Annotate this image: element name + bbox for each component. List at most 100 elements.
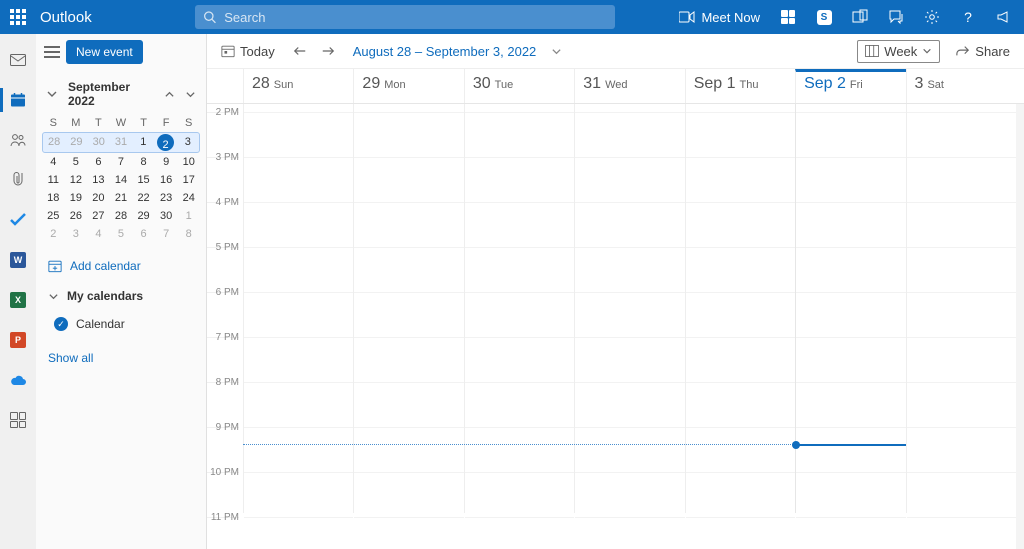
mini-day-cell[interactable]: 28	[43, 133, 65, 152]
day-column[interactable]	[574, 104, 684, 513]
mini-day-cell[interactable]: 28	[110, 207, 133, 225]
mini-day-cell[interactable]: 18	[42, 189, 65, 207]
day-header[interactable]: Sep 2Fri	[795, 69, 905, 103]
mini-day-cell[interactable]: 15	[132, 171, 155, 189]
mini-day-cell[interactable]: 30	[88, 133, 110, 152]
rail-more-apps[interactable]	[8, 410, 28, 430]
mini-day-cell[interactable]: 3	[65, 225, 88, 243]
meet-now-button[interactable]: Meet Now	[679, 10, 760, 25]
rail-todo[interactable]	[8, 210, 28, 230]
mini-day-cell[interactable]: 17	[177, 171, 200, 189]
mini-day-cell[interactable]: 29	[132, 207, 155, 225]
mini-day-cell[interactable]: 6	[132, 225, 155, 243]
day-column[interactable]	[685, 104, 795, 513]
mini-day-cell[interactable]: 22	[132, 189, 155, 207]
mini-day-cell[interactable]: 4	[87, 225, 110, 243]
rail-calendar[interactable]	[8, 90, 28, 110]
day-header[interactable]: 28Sun	[243, 69, 353, 103]
next-week-icon[interactable]	[321, 44, 335, 58]
mini-day-cell[interactable]: 10	[177, 153, 200, 171]
mini-day-cell[interactable]: 8	[132, 153, 155, 171]
mini-day-cell[interactable]: 19	[65, 189, 88, 207]
hour-label: 10 PM	[207, 467, 239, 478]
mini-day-cell[interactable]: 24	[177, 189, 200, 207]
mini-day-cell[interactable]: 23	[155, 189, 178, 207]
mini-day-cell[interactable]: 4	[42, 153, 65, 171]
today-button[interactable]: Today	[217, 41, 279, 62]
month-next-icon[interactable]	[185, 89, 196, 100]
day-headers: 28Sun29Mon30Tue31WedSep 1ThuSep 2Fri3Sat	[207, 69, 1024, 104]
grid-apps-icon[interactable]	[780, 9, 796, 25]
mini-day-cell[interactable]: 8	[177, 225, 200, 243]
share-button[interactable]: Share	[952, 41, 1014, 62]
day-header[interactable]: 31Wed	[574, 69, 684, 103]
day-header[interactable]: 30Tue	[464, 69, 574, 103]
gear-icon[interactable]	[924, 9, 940, 25]
search-input[interactable]	[224, 10, 607, 25]
rail-word[interactable]: W	[8, 250, 28, 270]
mini-day-cell[interactable]: 11	[42, 171, 65, 189]
mini-day-cell[interactable]: 7	[155, 225, 178, 243]
day-header[interactable]: Sep 1Thu	[685, 69, 795, 103]
mini-day-cell[interactable]: 9	[155, 153, 178, 171]
calendar-grid[interactable]: 1 PM2 PM3 PM4 PM5 PM6 PM7 PM8 PM9 PM10 P…	[207, 104, 1024, 549]
megaphone-icon[interactable]	[996, 9, 1012, 25]
mini-day-cell[interactable]: 13	[87, 171, 110, 189]
help-icon[interactable]: ?	[960, 9, 976, 25]
mini-day-cell[interactable]: 6	[87, 153, 110, 171]
skype-icon[interactable]: S	[816, 9, 832, 25]
day-column[interactable]	[243, 104, 353, 513]
mini-day-cell[interactable]: 30	[155, 207, 178, 225]
search-box[interactable]	[195, 5, 615, 29]
mini-day-cell[interactable]: 2	[42, 225, 65, 243]
show-all-link[interactable]: Show all	[36, 337, 206, 379]
mini-day-cell[interactable]: 20	[87, 189, 110, 207]
mini-dow: F	[155, 114, 178, 132]
date-range-button[interactable]: August 28 – September 3, 2022	[349, 41, 567, 62]
rail-excel[interactable]: X	[8, 290, 28, 310]
mini-day-cell[interactable]: 1	[132, 133, 154, 152]
mini-day-cell[interactable]: 31	[110, 133, 132, 152]
mini-day-cell[interactable]: 21	[110, 189, 133, 207]
scrollbar[interactable]	[1016, 104, 1024, 549]
view-selector[interactable]: Week	[857, 40, 940, 63]
chat-icon[interactable]	[888, 9, 904, 25]
my-calendars-section[interactable]: My calendars	[36, 281, 206, 311]
hamburger-icon[interactable]	[44, 46, 60, 58]
mini-day-cell[interactable]: 26	[65, 207, 88, 225]
day-column[interactable]	[906, 104, 1016, 513]
mini-day-cell[interactable]: 5	[65, 153, 88, 171]
mini-day-cell[interactable]: 29	[65, 133, 87, 152]
mini-day-cell[interactable]: 2	[154, 133, 176, 152]
day-column[interactable]	[464, 104, 574, 513]
day-column[interactable]	[795, 104, 905, 513]
mini-day-cell[interactable]: 25	[42, 207, 65, 225]
add-calendar-link[interactable]: Add calendar	[36, 251, 206, 281]
mini-day-cell[interactable]: 7	[110, 153, 133, 171]
rail-onedrive[interactable]	[8, 370, 28, 390]
new-event-button[interactable]: New event	[66, 40, 143, 64]
mini-day-cell[interactable]: 27	[87, 207, 110, 225]
day-column[interactable]	[353, 104, 463, 513]
mini-day-cell[interactable]: 16	[155, 171, 178, 189]
rail-mail[interactable]	[8, 50, 28, 70]
rail-files[interactable]	[8, 170, 28, 190]
mini-day-cell[interactable]: 5	[110, 225, 133, 243]
hour-label: 4 PM	[207, 197, 239, 208]
mini-calendar: SMTWTFS 28293031123456789101112131415161…	[36, 112, 206, 251]
calendar-list-item[interactable]: ✓ Calendar	[36, 311, 206, 337]
chevron-down-icon[interactable]	[46, 88, 58, 100]
rail-powerpoint[interactable]: P	[8, 330, 28, 350]
day-header[interactable]: 29Mon	[353, 69, 463, 103]
teams-icon[interactable]	[852, 9, 868, 25]
month-prev-icon[interactable]	[164, 89, 175, 100]
mini-day-cell[interactable]: 12	[65, 171, 88, 189]
prev-week-icon[interactable]	[293, 44, 307, 58]
mini-day-cell[interactable]: 1	[177, 207, 200, 225]
calendar-main: Today August 28 – September 3, 2022 Week…	[207, 34, 1024, 549]
mini-day-cell[interactable]: 14	[110, 171, 133, 189]
app-launcher-icon[interactable]	[10, 9, 26, 25]
mini-day-cell[interactable]: 3	[177, 133, 199, 152]
day-header[interactable]: 3Sat	[906, 69, 1016, 103]
rail-people[interactable]	[8, 130, 28, 150]
